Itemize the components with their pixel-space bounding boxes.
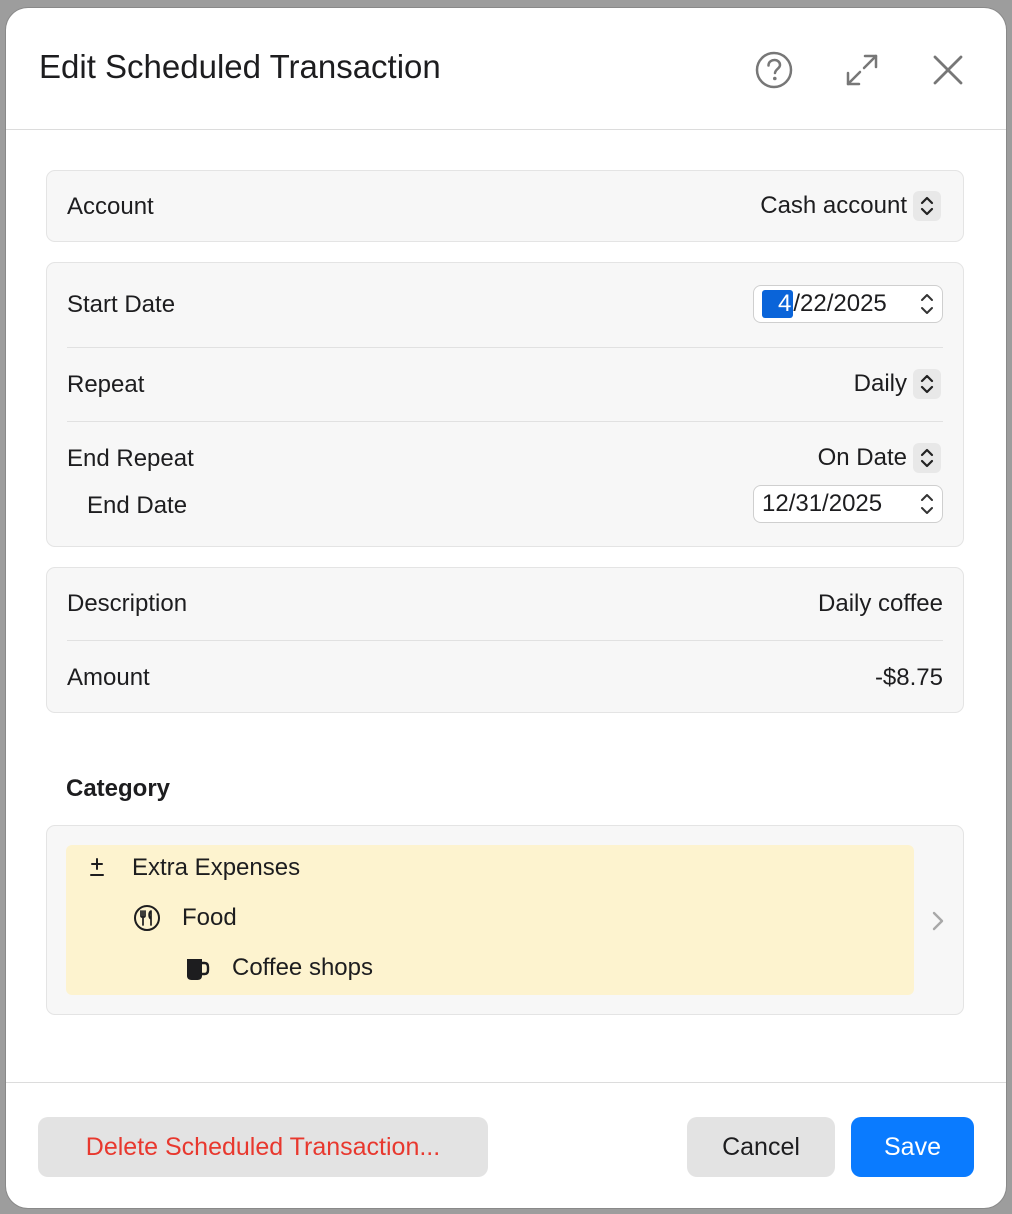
end-repeat-label: End Repeat — [67, 445, 194, 472]
plus-minus-icon — [82, 853, 112, 883]
start-date-remaining: /22/2025 — [793, 290, 887, 317]
description-label: Description — [67, 590, 188, 617]
end-repeat-popup[interactable]: On Date — [818, 443, 941, 473]
amount-label: Amount — [67, 664, 150, 691]
chevron-updown-icon — [913, 443, 941, 473]
details-group: Description Daily coffee Amount -$8.75 — [46, 567, 964, 713]
divider — [67, 421, 943, 422]
start-date-label: Start Date — [67, 291, 176, 318]
help-icon[interactable] — [754, 50, 794, 90]
end-date-label: End Date — [87, 492, 188, 519]
delete-scheduled-transaction-button[interactable]: Delete Scheduled Transaction... — [38, 1117, 488, 1177]
schedule-group: Start Date 4/22/2025 Repeat Daily End Re… — [46, 262, 964, 547]
category-level-3: Coffee shops — [182, 953, 373, 983]
end-repeat-value: On Date — [817, 444, 907, 471]
amount-field[interactable]: -$8.75 — [875, 664, 943, 692]
category-level-2: Food — [132, 903, 237, 933]
category-level-1-label: Extra Expenses — [132, 854, 301, 881]
close-icon[interactable] — [928, 50, 968, 90]
end-date-field[interactable]: 12/31/2025 — [753, 485, 943, 523]
account-popup[interactable]: Cash account — [760, 191, 941, 221]
category-level-2-label: Food — [182, 904, 237, 931]
dialog-footer: Delete Scheduled Transaction... Cancel S… — [6, 1082, 1006, 1208]
cancel-button[interactable]: Cancel — [687, 1117, 835, 1177]
account-label: Account — [67, 193, 154, 220]
divider — [67, 640, 943, 641]
dialog-header: Edit Scheduled Transaction — [6, 8, 1006, 130]
edit-scheduled-transaction-dialog: Edit Scheduled Transaction Account Cash … — [6, 8, 1006, 1208]
coffee-mug-icon — [182, 953, 212, 983]
category-section-title: Category — [66, 775, 171, 802]
repeat-label: Repeat — [67, 371, 145, 398]
divider — [67, 347, 943, 348]
dialog-title: Edit Scheduled Transaction — [39, 48, 441, 85]
category-selection[interactable]: Extra Expenses Food Coffee shops — [66, 845, 914, 995]
chevron-right-icon[interactable] — [929, 908, 947, 934]
repeat-value: Daily — [853, 370, 907, 397]
account-value: Cash account — [760, 192, 907, 219]
account-group: Account Cash account — [46, 170, 964, 242]
category-level-3-label: Coffee shops — [232, 954, 373, 981]
start-date-field[interactable]: 4/22/2025 — [753, 285, 943, 323]
description-field[interactable]: Daily coffee — [818, 590, 943, 618]
category-level-1: Extra Expenses — [82, 853, 300, 883]
date-stepper-icon[interactable] — [916, 289, 938, 319]
category-picker[interactable]: Extra Expenses Food Coffee shops — [46, 825, 964, 1015]
save-button[interactable]: Save — [851, 1117, 974, 1177]
start-date-month-segment[interactable]: 4 — [762, 290, 794, 318]
expand-icon[interactable] — [842, 50, 882, 90]
repeat-popup[interactable]: Daily — [854, 369, 941, 399]
fork-knife-icon — [132, 903, 162, 933]
date-stepper-icon[interactable] — [916, 489, 938, 519]
chevron-updown-icon — [913, 369, 941, 399]
end-date-value: 12/31/2025 — [762, 490, 883, 517]
chevron-updown-icon — [913, 191, 941, 221]
